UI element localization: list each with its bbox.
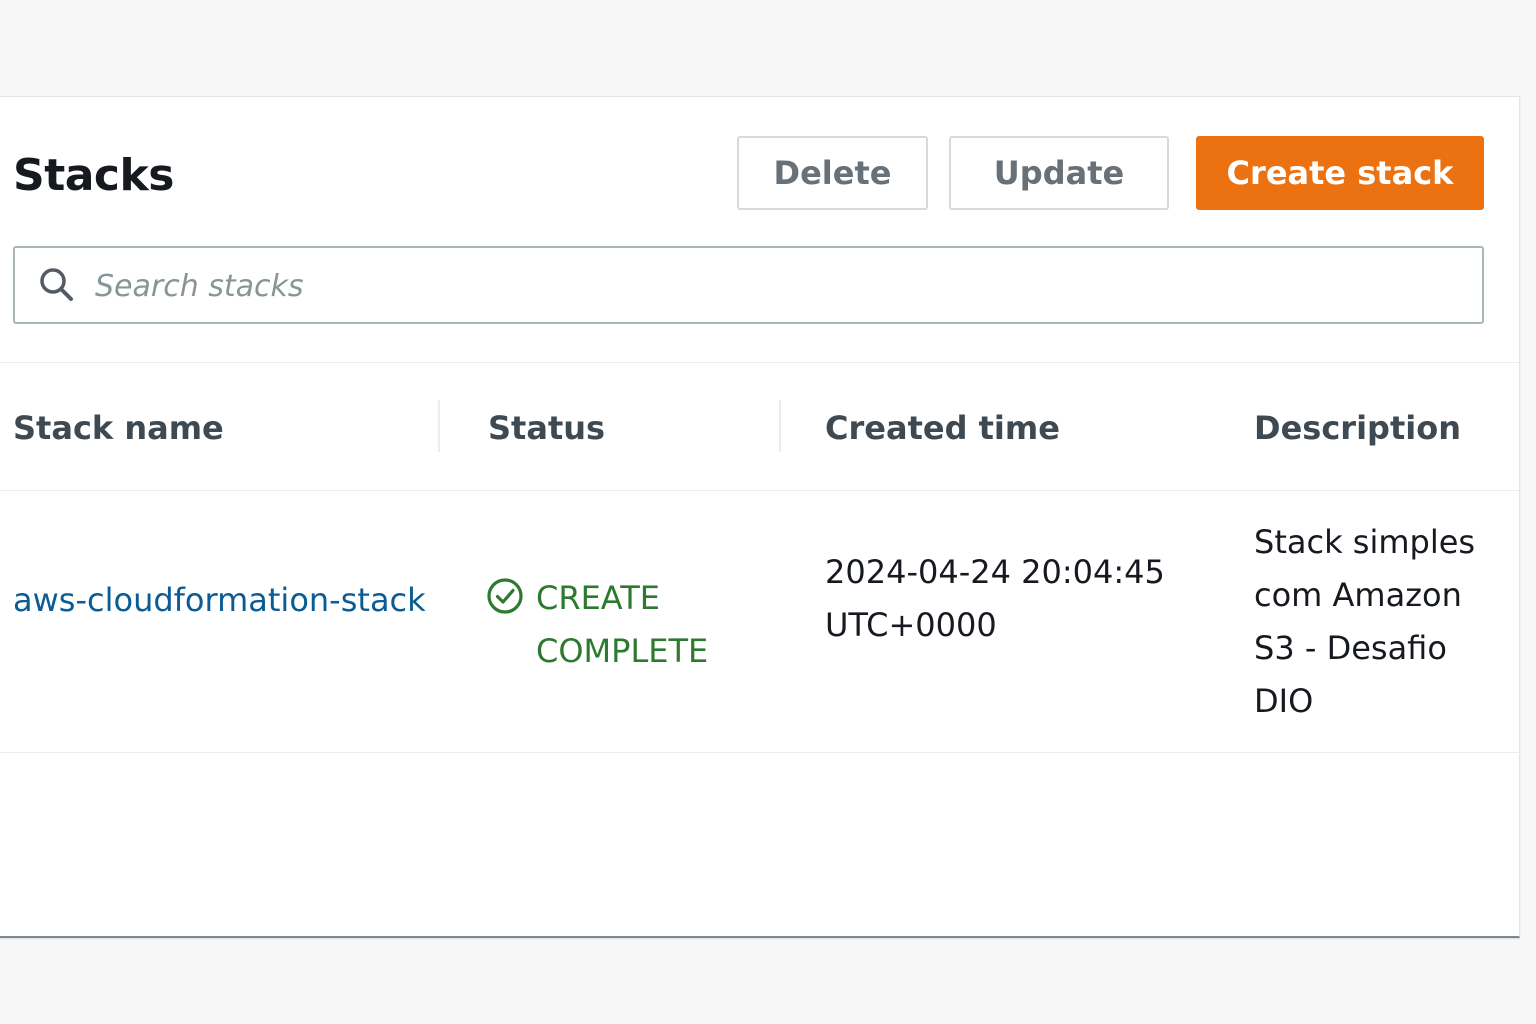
search-input[interactable] bbox=[93, 254, 1467, 318]
page-title: Stacks bbox=[13, 150, 174, 201]
column-header-stack-name[interactable]: Stack name bbox=[13, 408, 224, 448]
update-button[interactable]: Update bbox=[949, 136, 1169, 210]
description-line: S3 - Desafio bbox=[1254, 629, 1447, 667]
status-line: CREATE bbox=[536, 579, 660, 617]
column-header-description[interactable]: Description bbox=[1254, 408, 1461, 448]
description-line: com Amazon bbox=[1254, 576, 1462, 614]
column-resizer[interactable] bbox=[438, 400, 440, 452]
column-header-status[interactable]: Status bbox=[488, 408, 605, 448]
search-icon bbox=[40, 268, 73, 301]
status-line: COMPLETE bbox=[536, 632, 709, 670]
stack-name-link[interactable]: aws-cloudformation-stack bbox=[13, 574, 426, 627]
table-top-divider bbox=[0, 362, 1520, 363]
description: Stack simples com Amazon S3 - Desafio DI… bbox=[1254, 516, 1494, 728]
create-stack-button[interactable]: Create stack bbox=[1196, 136, 1484, 210]
description-line: DIO bbox=[1254, 682, 1314, 720]
created-time: 2024-04-24 20:04:45 UTC+0000 bbox=[825, 546, 1185, 652]
check-circle-icon bbox=[487, 578, 523, 614]
created-time-line: 2024-04-24 20:04:45 bbox=[825, 553, 1165, 591]
description-line: Stack simples bbox=[1254, 523, 1476, 561]
header-divider bbox=[0, 490, 1520, 491]
row-divider bbox=[0, 752, 1520, 753]
search-box[interactable] bbox=[13, 246, 1484, 324]
status-text: CREATE COMPLETE bbox=[536, 572, 736, 678]
column-header-created-time[interactable]: Created time bbox=[825, 408, 1060, 448]
created-time-line: UTC+0000 bbox=[825, 606, 997, 644]
column-resizer[interactable] bbox=[779, 400, 781, 452]
delete-button[interactable]: Delete bbox=[737, 136, 928, 210]
